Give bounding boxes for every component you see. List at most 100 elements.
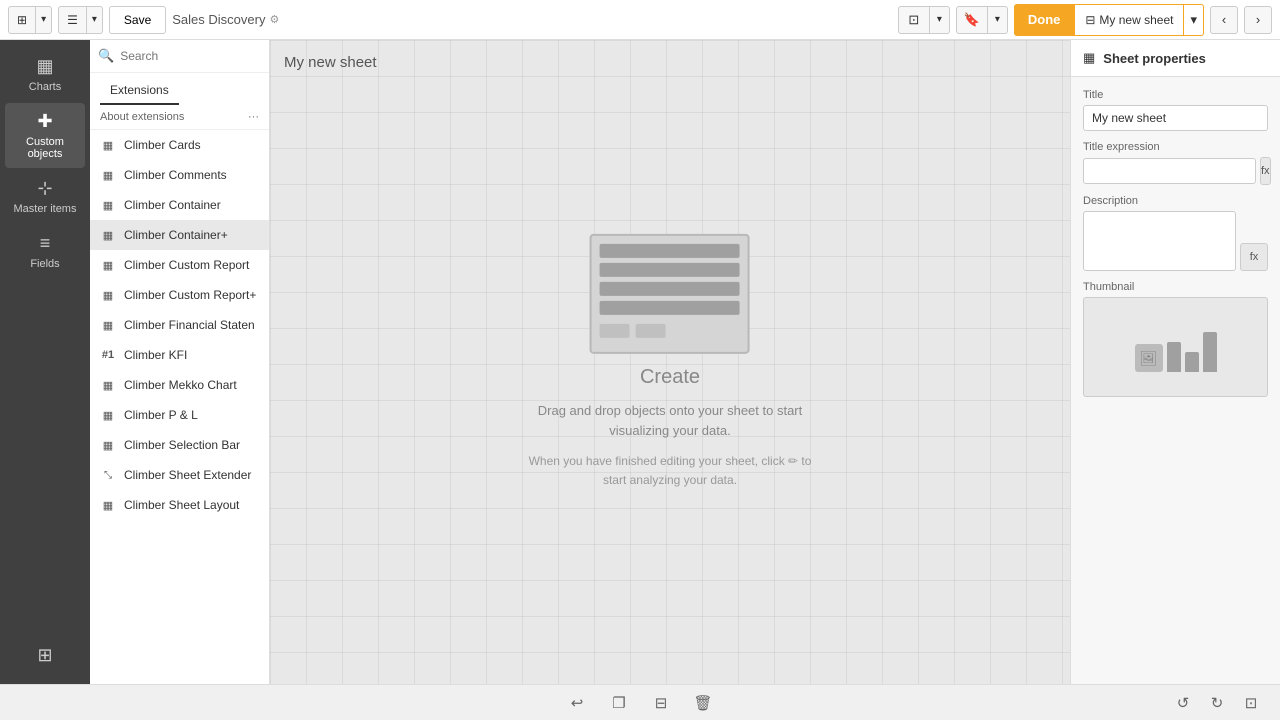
climber-container2-label: Climber Container+ (124, 228, 228, 242)
ext-section-title: About extensions (100, 111, 184, 123)
sidebar-bottom-icon-btn[interactable]: ⊞ (5, 637, 85, 674)
climber-sheet-ext-icon: ⤡ (100, 467, 116, 483)
create-label: Create (640, 366, 700, 389)
sidebar-item-charts-label: Charts (29, 81, 61, 93)
title-input[interactable] (1083, 105, 1268, 131)
title-expr-fx-btn[interactable]: fx (1260, 157, 1271, 185)
list-item[interactable]: ▦ Climber Container (90, 190, 269, 220)
properties-section: Title Title expression fx Description fx… (1071, 77, 1280, 409)
thumbnail-preview: 🖼 (1135, 322, 1217, 372)
climber-sheet-layout-icon: ▦ (100, 497, 116, 513)
monitor-icon: ⊡ (908, 12, 919, 28)
climber-container-label: Climber Container (124, 198, 221, 212)
list-icon-btn[interactable]: ☰ (59, 7, 87, 33)
title-expr-row: fx (1083, 157, 1268, 185)
description-fx-btn[interactable]: fx (1240, 243, 1268, 271)
canvas-area[interactable]: My new sheet Create Drag and drop object… (270, 40, 1070, 684)
nav-next-button[interactable]: › (1244, 6, 1272, 34)
canvas-title: My new sheet (284, 54, 377, 71)
sheet-name-group: ⊟ My new sheet ▾ (1074, 4, 1204, 36)
monitor-icon-btn[interactable]: ⊡ (898, 6, 930, 34)
sidebar-bottom-icon: ⊞ (37, 645, 52, 666)
list-item[interactable]: ▦ Climber Custom Report+ (90, 280, 269, 310)
right-panel: ▦ Sheet properties Title Title expressio… (1070, 40, 1280, 684)
save-button[interactable]: Save (109, 6, 166, 34)
create-hint-text: When you have finished editing your shee… (529, 452, 812, 490)
climber-container-icon: ▦ (100, 197, 116, 213)
bottom-icon-cut[interactable]: ⊟ (648, 690, 674, 716)
extensions-tab[interactable]: Extensions (100, 77, 179, 105)
bottom-icon-fit[interactable]: ⊡ (1238, 690, 1264, 716)
list-item[interactable]: ▦ Climber Financial Staten (90, 310, 269, 340)
view-toggle[interactable]: ⊞ ▾ (8, 6, 52, 34)
climber-pl-label: Climber P & L (124, 408, 198, 422)
thumbnail-box[interactable]: 🖼 (1083, 297, 1268, 397)
right-panel-title: Sheet properties (1103, 51, 1206, 66)
climber-mekko-icon: ▦ (100, 377, 116, 393)
list-item[interactable]: ▦ Climber Mekko Chart (90, 370, 269, 400)
list-item[interactable]: ▦ Climber Custom Report (90, 250, 269, 280)
bottom-icon-arrow-in[interactable]: ↩ (564, 690, 590, 716)
master-items-icon: ⊹ (37, 178, 52, 199)
bottom-icon-undo[interactable]: ↺ (1170, 690, 1196, 716)
list-item[interactable]: ▦ Climber Cards (90, 130, 269, 160)
list-item[interactable]: ⤡ Climber Sheet Extender (90, 460, 269, 490)
list-item[interactable]: ▦ Climber Selection Bar (90, 430, 269, 460)
view-caret[interactable]: ▾ (36, 7, 51, 33)
sidebar-item-fields[interactable]: ≡ Fields (5, 225, 85, 278)
climber-sheet-layout-label: Climber Sheet Layout (124, 498, 239, 512)
create-widget: Create Drag and drop objects onto your s… (529, 234, 812, 490)
right-panel-header: ▦ Sheet properties (1071, 40, 1280, 77)
nav-prev-button[interactable]: ‹ (1210, 6, 1238, 34)
bar-short-1 (600, 324, 630, 338)
list-item[interactable]: ▦ Climber Comments (90, 160, 269, 190)
ext-section-more-icon[interactable]: ··· (248, 111, 259, 123)
sheet-name-caret[interactable]: ▾ (1184, 5, 1203, 35)
ext-list: ▦ Climber Cards ▦ Climber Comments ▦ Cli… (90, 130, 269, 684)
climber-custom-report-icon: ▦ (100, 257, 116, 273)
climber-selection-label: Climber Selection Bar (124, 438, 240, 452)
title-expr-input[interactable] (1083, 158, 1256, 184)
right-panel-icon: ▦ (1083, 50, 1095, 66)
ext-section-header: About extensions ··· (90, 105, 269, 130)
list-caret[interactable]: ▾ (87, 7, 102, 33)
bar-row-2 (600, 263, 740, 277)
topbar: ⊞ ▾ ☰ ▾ Save Sales Discovery ⚙ ⊡ ▾ 🔖 ▾ (0, 0, 1280, 40)
bottom-icon-copy[interactable]: ❐ (606, 690, 632, 716)
nav-next-icon: › (1256, 12, 1260, 27)
nav-prev-icon: ‹ (1222, 12, 1226, 27)
view-icon-btn[interactable]: ⊞ (9, 7, 36, 33)
sidebar-item-custom-label: Custom objects (9, 136, 81, 160)
climber-custom-report2-icon: ▦ (100, 287, 116, 303)
climber-cards-icon: ▦ (100, 137, 116, 153)
climber-comments-icon: ▦ (100, 167, 116, 183)
done-button[interactable]: Done (1014, 4, 1075, 36)
bar-row-3 (600, 282, 740, 296)
climber-pl-icon: ▦ (100, 407, 116, 423)
sidebar-item-charts[interactable]: ▦ Charts (5, 48, 85, 101)
bottom-icon-redo[interactable]: ↻ (1204, 690, 1230, 716)
bottom-icon-delete[interactable]: 🗑 (690, 690, 716, 716)
monitor-caret[interactable]: ▾ (930, 6, 950, 34)
sidebar-bottom: ⊞ (5, 637, 85, 674)
list-toggle[interactable]: ☰ ▾ (58, 6, 103, 34)
climber-container2-icon: ▦ (100, 227, 116, 243)
bar-short-2 (636, 324, 666, 338)
list-item[interactable]: ▦ Climber Sheet Layout (90, 490, 269, 520)
left-sidebar: ▦ Charts ✚ Custom objects ⊹ Master items… (0, 40, 90, 684)
search-input[interactable] (120, 49, 261, 63)
sidebar-item-custom-objects[interactable]: ✚ Custom objects (5, 103, 85, 168)
description-input[interactable] (1083, 211, 1236, 271)
thumb-bar-2 (1185, 352, 1199, 372)
bookmark-caret[interactable]: ▾ (988, 6, 1008, 34)
description-label: Description (1083, 195, 1268, 207)
view-icon: ⊞ (17, 13, 27, 27)
bookmark-icon-btn[interactable]: 🔖 (956, 6, 988, 34)
list-item[interactable]: #1 Climber KFI (90, 340, 269, 370)
list-item[interactable]: ▦ Climber Container+ (90, 220, 269, 250)
list-item[interactable]: ▦ Climber P & L (90, 400, 269, 430)
sidebar-item-master-items[interactable]: ⊹ Master items (5, 170, 85, 223)
bottom-bar: ↩ ❐ ⊟ 🗑 ↺ ↻ ⊡ (0, 684, 1280, 720)
charts-icon: ▦ (36, 56, 53, 77)
main-layout: ▦ Charts ✚ Custom objects ⊹ Master items… (0, 40, 1280, 684)
